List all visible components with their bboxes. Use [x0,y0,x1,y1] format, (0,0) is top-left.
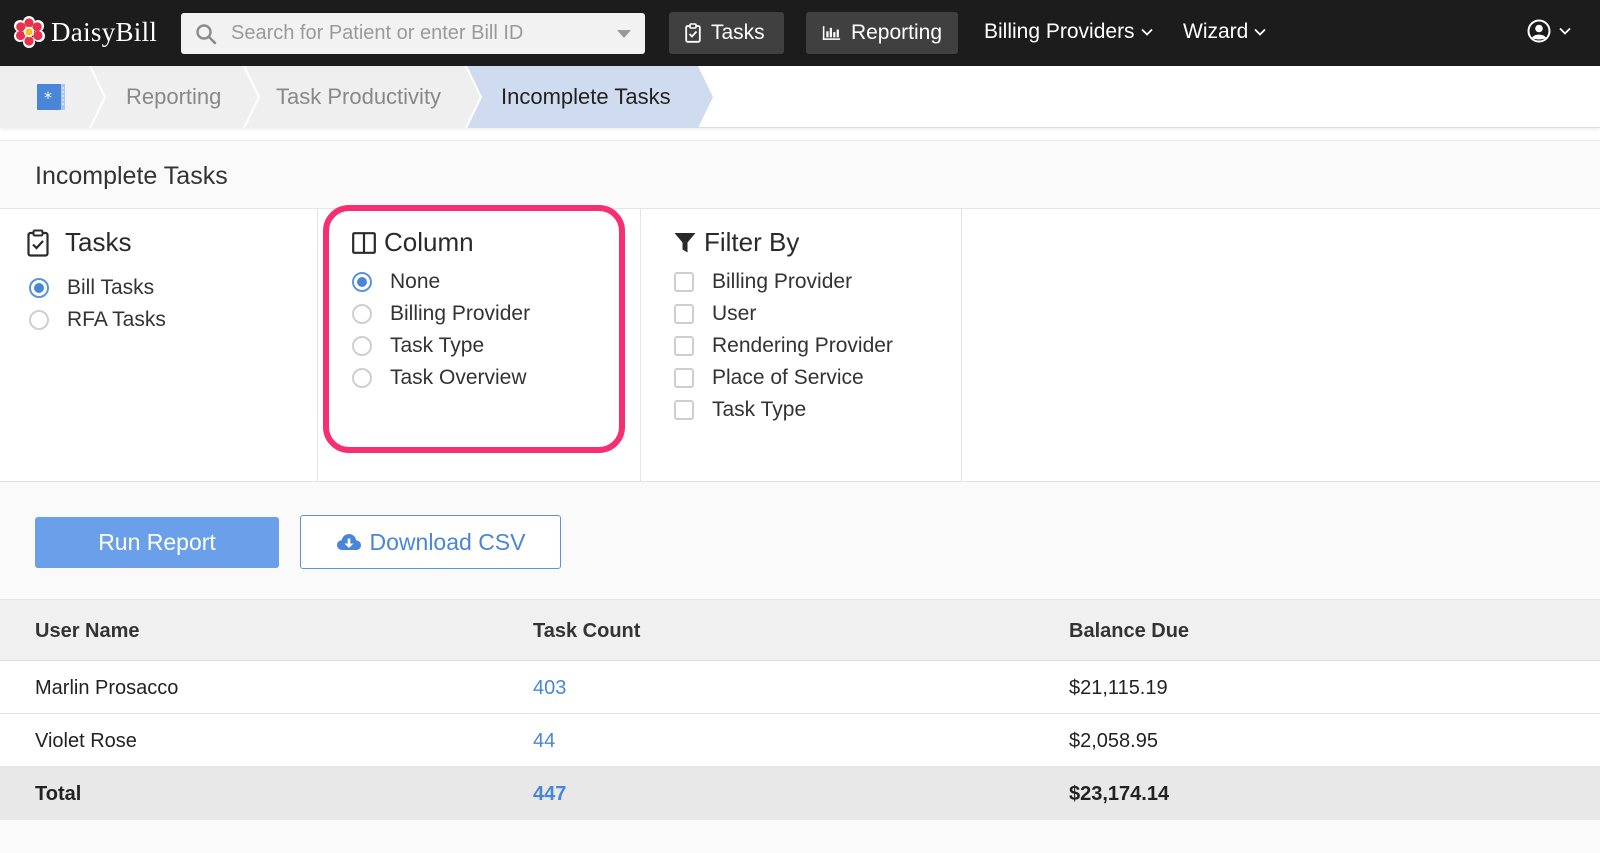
checkbox-label: Rendering Provider [712,334,893,357]
filter-group-title: Filter By [674,227,799,258]
top-nav: DaisyBill Tasks Reporting Billing Provid… [0,0,1600,66]
radio-button[interactable] [29,310,49,330]
page-title: Incomplete Tasks [35,162,228,190]
column-header-balance-due[interactable]: Balance Due [1069,620,1189,643]
cell-task-count-link[interactable]: 44 [533,730,555,753]
total-label: Total [35,783,82,805]
breadcrumb-background [0,66,713,128]
radio-label: RFA Tasks [67,308,166,331]
nav-tasks-label: Tasks [711,21,765,44]
radio-label: Bill Tasks [67,276,155,299]
nav-billing-providers-label: Billing Providers [984,20,1135,43]
checkbox-filter-place-of-service[interactable]: Place of Service [674,366,864,390]
total-task-count-link[interactable]: 447 [533,783,566,806]
clipboard-check-icon [685,23,701,43]
bar-chart-icon [822,26,841,40]
breadcrumb-reporting[interactable]: Reporting [126,84,221,110]
checkbox-filter-billing-provider[interactable]: Billing Provider [674,270,852,294]
search-icon [196,23,217,44]
cell-balance-due: $21,115.19 [1069,677,1168,699]
breadcrumb: * Reporting Task Productivity Incomplete… [0,66,1600,128]
filter-group-label: Filter By [704,227,800,257]
table-row: Violet Rose 44 $2,058.95 [0,714,1600,767]
checkbox[interactable] [674,304,694,324]
checkbox-label: Place of Service [712,366,864,389]
chevron-down-icon [1254,28,1266,36]
nav-wizard-label: Wizard [1183,20,1249,43]
checkbox-filter-rendering-provider[interactable]: Rendering Provider [674,334,893,358]
run-report-button[interactable]: Run Report [35,517,279,568]
filter-icon [674,232,696,252]
chevron-down-icon [1559,27,1571,35]
reports-home-icon[interactable]: * [36,82,66,112]
report-options-panel: Tasks Bill Tasks RFA Tasks Column None B… [0,209,1600,482]
column-header-task-count[interactable]: Task Count [533,620,640,643]
column-header-user-name[interactable]: User Name [35,620,140,643]
chevron-down-icon [1140,28,1153,36]
checkbox-filter-user[interactable]: User [674,302,756,326]
nav-reporting-button[interactable]: Reporting [806,12,958,54]
radio-button-selected[interactable] [29,278,49,298]
clipboard-check-icon [27,229,49,257]
tasks-group-title: Tasks [27,227,131,258]
daisy-logo-icon [14,16,45,48]
search-box[interactable] [181,13,645,54]
radio-rfa-tasks[interactable]: RFA Tasks [29,308,166,332]
search-input[interactable] [231,22,601,45]
divider [640,209,641,482]
checkbox-label: Task Type [712,398,807,421]
table-row: Marlin Prosacco 403 $21,115.19 [0,661,1600,714]
cell-user-name: Violet Rose [35,730,137,752]
table-total-row: Total 447 $23,174.14 [0,767,1600,820]
app-name: DaisyBill [51,16,158,47]
nav-billing-providers-menu[interactable]: Billing Providers [984,20,1153,44]
download-csv-button[interactable]: Download CSV [300,515,561,569]
divider [961,209,962,482]
svg-text:*: * [44,88,52,107]
total-balance-due: $23,174.14 [1069,783,1170,805]
checkbox-filter-task-type[interactable]: Task Type [674,398,806,422]
divider [317,209,318,482]
results-table: User Name Task Count Balance Due Marlin … [0,599,1600,820]
search-dropdown-icon[interactable] [617,30,631,38]
cell-balance-due: $2,058.95 [1069,730,1158,752]
radio-bill-tasks[interactable]: Bill Tasks [29,276,154,300]
checkbox[interactable] [674,400,694,420]
breadcrumb-incomplete-tasks: Incomplete Tasks [501,84,671,109]
checkbox-label: Billing Provider [712,270,853,293]
logo[interactable]: DaisyBill [12,15,157,49]
cloud-download-icon [336,534,361,550]
checkbox[interactable] [674,272,694,292]
user-menu[interactable] [1527,19,1571,43]
nav-reporting-label: Reporting [850,21,942,44]
download-csv-label: Download CSV [369,528,526,555]
page-header: Incomplete Tasks [0,140,1600,209]
nav-tasks-button[interactable]: Tasks [669,12,784,54]
table-header-row: User Name Task Count Balance Due [0,599,1600,661]
cell-user-name: Marlin Prosacco [35,677,179,699]
checkbox[interactable] [674,368,694,388]
cell-task-count-link[interactable]: 403 [533,677,566,700]
column-highlight-annotation [323,205,625,453]
nav-wizard-menu[interactable]: Wizard [1183,20,1266,44]
breadcrumb-task-productivity[interactable]: Task Productivity [276,84,441,110]
tasks-group-label: Tasks [65,227,132,257]
user-avatar-icon [1527,19,1551,43]
checkbox-label: User [712,302,757,325]
checkbox[interactable] [674,336,694,356]
